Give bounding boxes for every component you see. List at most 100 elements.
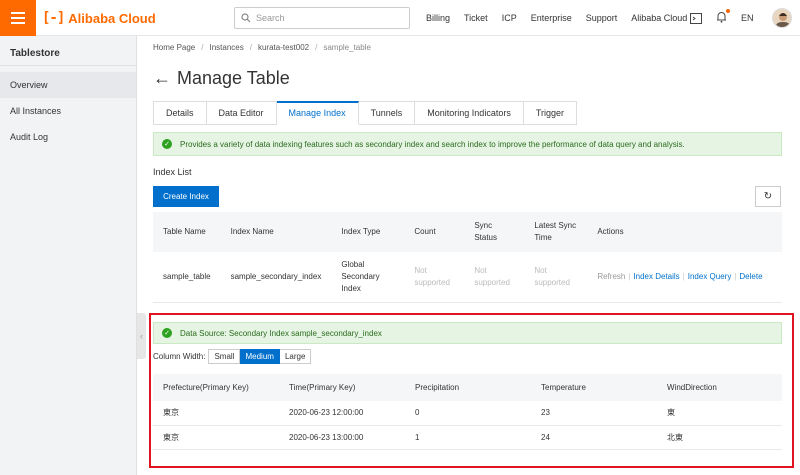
alibaba-cloud-logo[interactable]: [-] Alibaba Cloud	[42, 9, 156, 27]
tab-monitoring-indicators[interactable]: Monitoring Indicators	[415, 101, 524, 125]
table-cell: 2020-06-23 13:00:00	[279, 425, 405, 450]
breadcrumb-table: sample_table	[323, 43, 371, 52]
nav-support[interactable]: Support	[586, 13, 618, 23]
page-title: ← Manage Table	[153, 68, 290, 89]
top-nav: Billing Ticket ICP Enterprise Support Al…	[426, 0, 701, 36]
column-header: Sync Status	[464, 212, 525, 252]
notification-button[interactable]	[716, 9, 730, 25]
table-name-cell: sample_table	[153, 252, 221, 303]
table-row: sample_table sample_secondary_index Glob…	[153, 252, 782, 303]
nav-ticket[interactable]: Ticket	[464, 13, 488, 23]
notification-dot	[726, 9, 730, 13]
check-circle-icon: ✓	[162, 328, 172, 338]
nav-icp[interactable]: ICP	[502, 13, 517, 23]
width-medium-button[interactable]: Medium	[240, 348, 280, 364]
table-cell: 24	[531, 425, 657, 450]
breadcrumb-instances[interactable]: Instances	[209, 43, 243, 52]
column-header: Index Type	[331, 212, 405, 252]
index-list-title: Index List	[153, 167, 192, 177]
index-query-link[interactable]: Index Query	[688, 272, 732, 281]
refresh-button[interactable]: ↻	[755, 186, 781, 207]
table-cell: 1	[405, 425, 531, 450]
column-header: WindDirection	[657, 374, 782, 401]
query-result-table: Prefecture(Primary Key) Time(Primary Key…	[153, 374, 782, 450]
width-large-button[interactable]: Large	[279, 348, 312, 364]
breadcrumb-separator: /	[201, 43, 204, 52]
breadcrumb: Home Page / Instances / kurata-test002 /…	[153, 43, 371, 52]
table-cell: 23	[531, 401, 657, 426]
column-header: Actions	[587, 212, 782, 252]
nav-billing[interactable]: Billing	[426, 13, 450, 23]
width-small-button[interactable]: Small	[208, 348, 241, 364]
tab-trigger[interactable]: Trigger	[523, 101, 578, 125]
menu-icon[interactable]	[0, 0, 36, 36]
back-arrow-icon[interactable]: ←	[153, 68, 171, 89]
search-box[interactable]	[234, 7, 410, 29]
tab-details[interactable]: Details	[153, 101, 207, 125]
create-index-button[interactable]: Create Index	[153, 186, 219, 207]
breadcrumb-home[interactable]: Home Page	[153, 43, 195, 52]
index-details-link[interactable]: Index Details	[633, 272, 679, 281]
breadcrumb-instance[interactable]: kurata-test002	[258, 43, 309, 52]
search-icon	[241, 13, 251, 23]
logo-mark: [-]	[42, 10, 65, 26]
table-header-row: Prefecture(Primary Key) Time(Primary Key…	[153, 374, 782, 401]
logo-text: Alibaba Cloud	[68, 10, 156, 26]
refresh-icon: ↻	[763, 191, 773, 202]
column-header: Latest Sync Time	[524, 212, 588, 252]
index-table: Table Name Index Name Index Type Count S…	[153, 212, 782, 303]
tab-data-editor[interactable]: Data Editor	[206, 101, 277, 125]
info-notice: ✓ Provides a variety of data indexing fe…	[153, 132, 782, 156]
check-circle-icon: ✓	[162, 139, 172, 149]
top-icons: EN	[690, 0, 754, 36]
column-header: Prefecture(Primary Key)	[153, 374, 279, 401]
column-header: Temperature	[531, 374, 657, 401]
actions-cell: Refresh | Index Details | Index Query | Delete	[587, 252, 782, 303]
table-cell: 東京	[153, 401, 279, 426]
tab-tunnels[interactable]: Tunnels	[358, 101, 416, 125]
column-header: Time(Primary Key)	[279, 374, 405, 401]
sidebar-item-audit-log[interactable]: Audit Log	[0, 124, 136, 150]
chevron-left-icon: ‹	[140, 331, 143, 341]
sidebar-item-all-instances[interactable]: All Instances	[0, 98, 136, 124]
sidebar-title: Tablestore	[0, 36, 136, 66]
avatar[interactable]	[772, 8, 792, 28]
terminal-icon[interactable]	[690, 12, 702, 24]
delete-link[interactable]: Delete	[739, 272, 762, 281]
top-bar: [-] Alibaba Cloud Billing Ticket ICP Ent…	[0, 0, 800, 36]
table-header-row: Table Name Index Name Index Type Count S…	[153, 212, 782, 252]
table-cell: 北東	[657, 425, 782, 450]
table-row: 東京 2020-06-23 13:00:00 1 24 北東	[153, 425, 782, 450]
table-cell: 東	[657, 401, 782, 426]
language-switch[interactable]: EN	[741, 13, 754, 23]
sync-status-cell: Not supported	[464, 252, 525, 303]
column-header: Table Name	[153, 212, 221, 252]
table-cell: 2020-06-23 12:00:00	[279, 401, 405, 426]
data-source-text: Data Source: Secondary Index sample_seco…	[180, 328, 382, 338]
breadcrumb-separator: /	[315, 43, 318, 52]
table-cell: 0	[405, 401, 531, 426]
breadcrumb-separator: /	[249, 43, 252, 52]
column-header: Count	[404, 212, 465, 252]
nav-enterprise[interactable]: Enterprise	[531, 13, 572, 23]
count-cell: Not supported	[404, 252, 465, 303]
latest-sync-time-cell: Not supported	[524, 252, 588, 303]
sidebar-collapse-handle[interactable]: ‹	[137, 313, 146, 359]
table-cell: 東京	[153, 425, 279, 450]
data-source-notice: ✓ Data Source: Secondary Index sample_se…	[153, 322, 782, 344]
tab-manage-index[interactable]: Manage Index	[276, 101, 359, 125]
nav-alibaba-cloud[interactable]: Alibaba Cloud	[631, 13, 687, 23]
index-type-cell: Global Secondary Index	[331, 252, 405, 303]
column-header: Precipitation	[405, 374, 531, 401]
column-width-segmented: Small Medium Large	[208, 348, 312, 364]
sidebar: Tablestore Overview All Instances Audit …	[0, 36, 137, 475]
bell-icon	[717, 12, 726, 23]
page-title-text: Manage Table	[177, 68, 290, 88]
info-notice-text: Provides a variety of data indexing feat…	[180, 139, 685, 149]
index-name-cell: sample_secondary_index	[220, 252, 332, 303]
table-row: 東京 2020-06-23 12:00:00 0 23 東	[153, 401, 782, 426]
column-width-label: Column Width:	[153, 351, 206, 361]
search-input[interactable]	[256, 13, 396, 23]
sidebar-item-overview[interactable]: Overview	[0, 72, 136, 98]
refresh-link[interactable]: Refresh	[597, 272, 625, 281]
